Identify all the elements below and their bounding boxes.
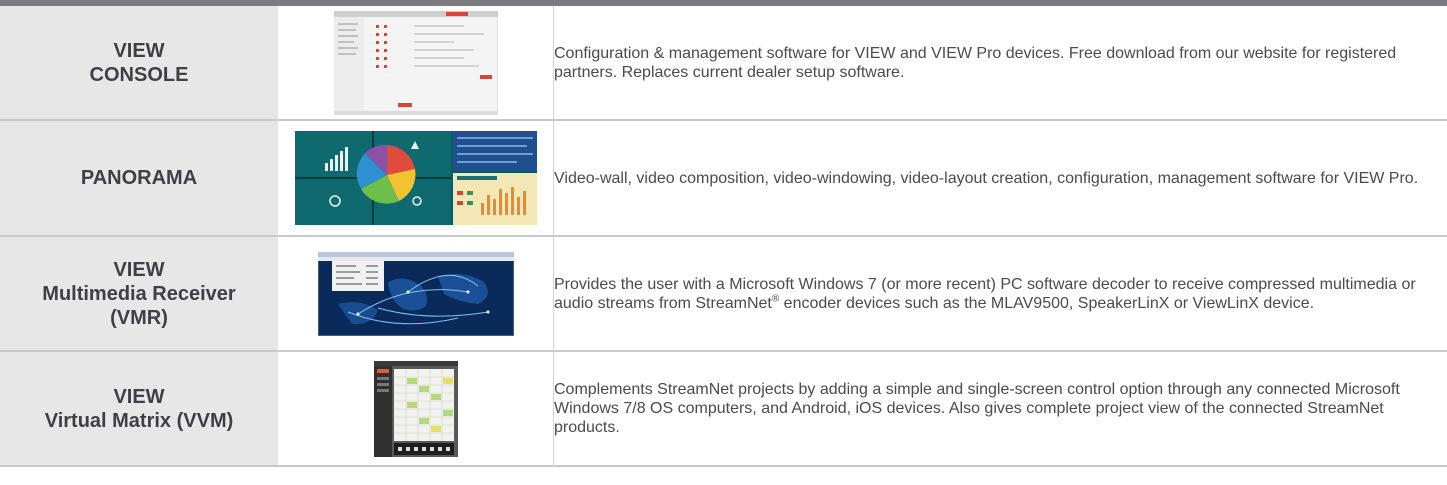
panorama-videowall-image: [294, 131, 537, 225]
product-description: Video-wall, video composition, video-win…: [553, 120, 1447, 237]
product-thumbnail-cell: [278, 351, 554, 467]
product-name-cell: VIEW Virtual Matrix (VVM): [0, 351, 278, 467]
software-products-table: VIEW CONSOLE Configuration & management …: [0, 6, 1447, 467]
table-row: PANORAMA Video-wall, video composition, …: [0, 120, 1447, 237]
description-text: encoder devices such as the MLAV9500, Sp…: [779, 294, 1315, 312]
vvm-matrix-screenshot-image: [373, 360, 458, 457]
product-thumbnail-cell: [278, 120, 554, 237]
product-name-cell: VIEW Multimedia Receiver (VMR): [0, 236, 278, 352]
table-row: VIEW Virtual Matrix (VVM) Complements St…: [0, 351, 1447, 467]
product-name-line: (VMR): [110, 306, 168, 329]
product-name-cell: VIEW CONSOLE: [0, 6, 278, 121]
product-name-line: Multimedia Receiver: [42, 282, 236, 305]
product-name-line: VIEW: [113, 385, 165, 408]
product-name-cell: PANORAMA: [0, 120, 278, 237]
product-name-line: CONSOLE: [89, 63, 189, 86]
table-row: VIEW Multimedia Receiver (VMR) Provides …: [0, 236, 1447, 352]
product-description: Configuration & management software for …: [553, 6, 1447, 121]
product-thumbnail-cell: [278, 6, 554, 121]
product-name-line: VIEW: [113, 39, 165, 62]
table-row: VIEW CONSOLE Configuration & management …: [0, 6, 1447, 121]
product-name-line: PANORAMA: [80, 167, 198, 189]
vmr-world-map-screenshot-image: [317, 251, 514, 336]
product-name-line: Virtual Matrix (VVM): [44, 409, 234, 432]
product-name-line: VIEW: [113, 258, 165, 281]
product-description: Provides the user with a Microsoft Windo…: [553, 236, 1447, 352]
product-thumbnail-cell: [278, 236, 554, 352]
view-console-screenshot-image: [333, 10, 498, 115]
product-description: Complements StreamNet projects by adding…: [553, 351, 1447, 467]
